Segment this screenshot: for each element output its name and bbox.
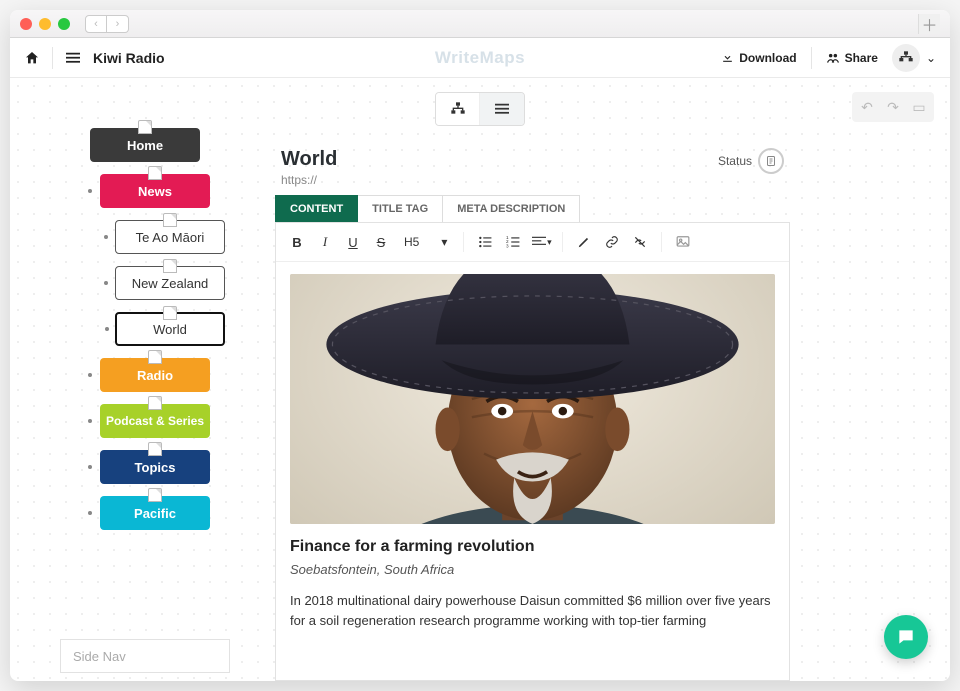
canvas: ↶ ↷ ▭ Home News Te Ao Māori New Zealand … xyxy=(10,78,950,681)
doc-icon xyxy=(148,442,162,456)
article-headline: Finance for a farming revolution xyxy=(290,538,775,556)
node-label: World xyxy=(153,322,187,337)
tab-content[interactable]: CONTENT xyxy=(275,195,358,222)
node-label: Radio xyxy=(137,368,173,383)
side-nav-card[interactable]: Side Nav xyxy=(60,639,230,673)
node-teao[interactable]: Te Ao Māori xyxy=(115,220,225,254)
traffic-lights xyxy=(20,18,70,30)
doc-icon xyxy=(148,488,162,502)
browser-window: ‹ › ＋ Kiwi Radio WriteMaps Download xyxy=(10,10,950,681)
node-label: News xyxy=(138,184,172,199)
node-label: New Zealand xyxy=(132,276,209,291)
back-button[interactable]: ‹ xyxy=(85,15,107,33)
share-button[interactable]: Share xyxy=(826,51,878,65)
image-button[interactable] xyxy=(670,229,696,255)
chevron-down-icon: ⌄ xyxy=(926,51,936,65)
node-podcast[interactable]: Podcast & Series xyxy=(100,404,210,438)
window-titlebar: ‹ › ＋ xyxy=(10,10,950,38)
share-label: Share xyxy=(845,51,878,65)
node-label: Topics xyxy=(135,460,176,475)
card-view-button[interactable]: ▭ xyxy=(906,94,932,120)
chevron-down-icon: ▾ xyxy=(441,235,447,249)
forward-button[interactable]: › xyxy=(107,15,129,33)
underline-button[interactable]: U xyxy=(340,229,366,255)
bullet-list-button[interactable] xyxy=(472,229,498,255)
unlink-button[interactable] xyxy=(627,229,653,255)
site-name: Kiwi Radio xyxy=(93,50,165,66)
doc-icon xyxy=(163,213,177,227)
node-pacific[interactable]: Pacific xyxy=(100,496,210,530)
tab-meta-desc[interactable]: META DESCRIPTION xyxy=(443,195,580,222)
editor-tabs: CONTENT TITLE TAG META DESCRIPTION xyxy=(275,195,790,222)
italic-button[interactable]: I xyxy=(312,229,338,255)
close-window-button[interactable] xyxy=(20,18,32,30)
node-label: Podcast & Series xyxy=(106,414,204,428)
side-nav-label: Side Nav xyxy=(73,649,126,664)
format-toolbar: B I U S H5 ▾ 123 ▾ xyxy=(276,223,789,262)
chat-fab[interactable] xyxy=(884,615,928,659)
view-toggle xyxy=(435,92,525,126)
user-menu[interactable]: ⌄ xyxy=(892,44,936,72)
home-icon[interactable] xyxy=(24,50,40,66)
status-label: Status xyxy=(718,154,752,168)
sitemap-tree: Home News Te Ao Māori New Zealand World … xyxy=(60,128,230,542)
bold-button[interactable]: B xyxy=(284,229,310,255)
status-icon xyxy=(758,148,784,174)
editor-panel: B I U S H5 ▾ 123 ▾ xyxy=(275,222,790,681)
node-radio[interactable]: Radio xyxy=(100,358,210,392)
maximize-window-button[interactable] xyxy=(58,18,70,30)
node-news[interactable]: News xyxy=(100,174,210,208)
svg-text:3: 3 xyxy=(506,243,509,248)
node-label: Te Ao Māori xyxy=(136,230,205,245)
node-home[interactable]: Home xyxy=(90,128,200,162)
doc-icon xyxy=(148,350,162,364)
heading-select[interactable]: H5 ▾ xyxy=(396,229,455,255)
menu-icon[interactable] xyxy=(65,51,81,65)
tab-title-tag[interactable]: TITLE TAG xyxy=(358,195,443,222)
strike-button[interactable]: S xyxy=(368,229,394,255)
node-label: Pacific xyxy=(134,506,176,521)
app-brand: WriteMaps xyxy=(435,48,525,68)
heading-value: H5 xyxy=(404,235,419,249)
article-image xyxy=(290,274,775,524)
avatar-icon xyxy=(892,44,920,72)
doc-icon xyxy=(148,396,162,410)
article-location: Soebatsfontein, South Africa xyxy=(290,562,775,577)
align-button[interactable]: ▾ xyxy=(528,229,554,255)
history-toolbar: ↶ ↷ ▭ xyxy=(852,92,934,122)
view-tree-button[interactable] xyxy=(436,93,480,125)
doc-icon xyxy=(138,120,152,134)
download-button[interactable]: Download xyxy=(721,51,796,65)
app-topbar: Kiwi Radio WriteMaps Download Share ⌄ xyxy=(10,38,950,78)
link-button[interactable] xyxy=(599,229,625,255)
page-editor: World https:// Status CONTENT TITLE TAG … xyxy=(275,148,790,681)
undo-button[interactable]: ↶ xyxy=(854,94,880,120)
node-topics[interactable]: Topics xyxy=(100,450,210,484)
page-title: World xyxy=(281,148,337,171)
minimize-window-button[interactable] xyxy=(39,18,51,30)
node-label: Home xyxy=(127,138,163,153)
doc-icon xyxy=(148,166,162,180)
node-world[interactable]: World xyxy=(115,312,225,346)
new-tab-button[interactable]: ＋ xyxy=(918,14,940,34)
nav-arrows: ‹ › xyxy=(85,15,129,33)
page-url[interactable]: https:// xyxy=(281,173,337,187)
redo-button[interactable]: ↷ xyxy=(880,94,906,120)
edit-button[interactable] xyxy=(571,229,597,255)
editor-body[interactable]: Finance for a farming revolution Soebats… xyxy=(276,262,789,630)
doc-icon xyxy=(163,306,177,320)
node-nz[interactable]: New Zealand xyxy=(115,266,225,300)
view-list-button[interactable] xyxy=(480,93,524,125)
ordered-list-button[interactable]: 123 xyxy=(500,229,526,255)
page-status[interactable]: Status xyxy=(718,148,784,174)
doc-icon xyxy=(163,259,177,273)
article-body: In 2018 multinational dairy powerhouse D… xyxy=(290,591,775,630)
download-label: Download xyxy=(739,51,796,65)
